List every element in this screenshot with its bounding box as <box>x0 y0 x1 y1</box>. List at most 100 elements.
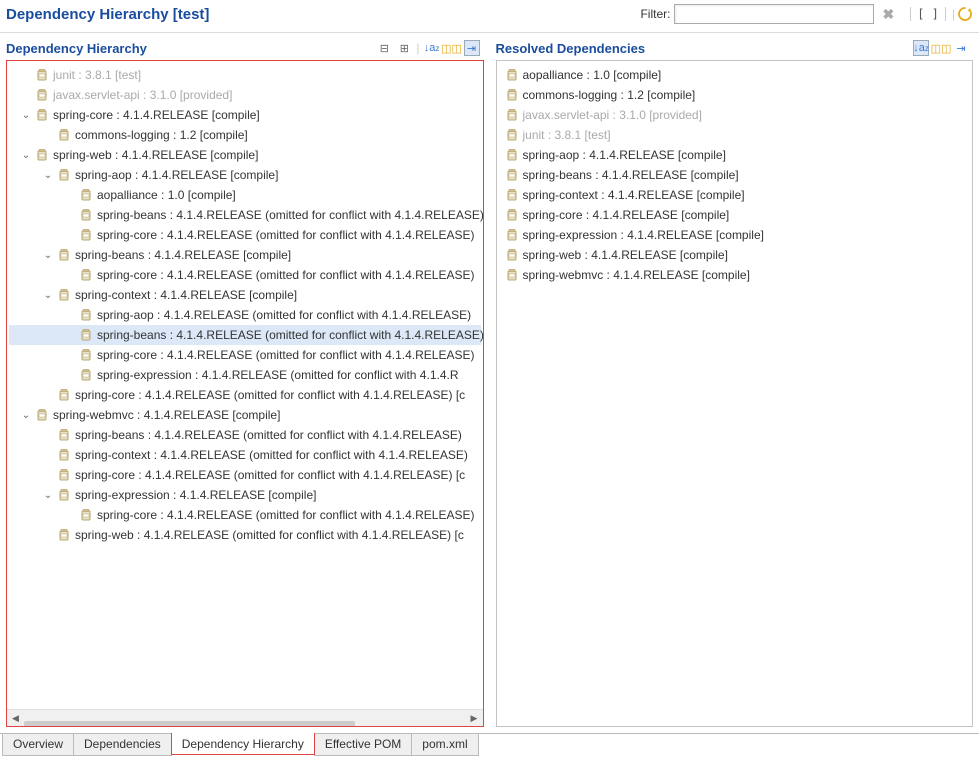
jar-icon <box>79 508 93 522</box>
filter-toolbar-icon[interactable]: ◫◫ <box>444 40 460 56</box>
expander-icon[interactable]: ⌄ <box>41 488 55 502</box>
jar-icon <box>79 348 93 362</box>
tree-row[interactable]: ⌄ spring-beans : 4.1.4.RELEASE [compile] <box>9 245 481 265</box>
tree-row[interactable]: spring-aop : 4.1.4.RELEASE (omitted for … <box>9 305 481 325</box>
filter-label: Filter: <box>640 7 670 21</box>
tree-row[interactable]: ⌄spring-aop : 4.1.4.RELEASE [compile] <box>9 165 481 185</box>
tree-row[interactable]: spring-beans : 4.1.4.RELEASE (omitted fo… <box>9 425 481 445</box>
tree-item-label: spring-context : 4.1.4.RELEASE [compile] <box>75 288 297 302</box>
tab-dependencies[interactable]: Dependencies <box>73 734 172 756</box>
jar-icon <box>79 368 93 382</box>
tree-row[interactable]: spring-beans : 4.1.4.RELEASE (omitted fo… <box>9 205 481 225</box>
expander-icon[interactable] <box>63 188 77 202</box>
jar-icon <box>79 328 93 342</box>
list-item[interactable]: javax.servlet-api : 3.1.0 [provided] <box>499 105 971 125</box>
jar-icon <box>505 108 519 122</box>
tree-row[interactable]: spring-core : 4.1.4.RELEASE (omitted for… <box>9 265 481 285</box>
tree-item-label: spring-beans : 4.1.4.RELEASE [compile] <box>75 248 291 262</box>
tree-item-label: javax.servlet-api : 3.1.0 [provided] <box>53 88 232 102</box>
left-tree-body[interactable]: junit : 3.8.1 [test] javax.servlet-api : … <box>6 60 484 727</box>
expander-icon[interactable]: ⌄ <box>41 168 55 182</box>
tree-row[interactable]: ⌄spring-web : 4.1.4.RELEASE [compile] <box>9 145 481 165</box>
right-list-body[interactable]: aopalliance : 1.0 [compile] commons-loggi… <box>496 60 974 727</box>
tree-row[interactable]: ⌄spring-core : 4.1.4.RELEASE [compile] <box>9 105 481 125</box>
expander-icon[interactable]: ⌄ <box>19 148 33 162</box>
expander-icon[interactable] <box>41 428 55 442</box>
list-item[interactable]: spring-web : 4.1.4.RELEASE [compile] <box>499 245 971 265</box>
list-item[interactable]: spring-webmvc : 4.1.4.RELEASE [compile] <box>499 265 971 285</box>
tree-row[interactable]: ⌄spring-webmvc : 4.1.4.RELEASE [compile] <box>9 405 481 425</box>
expander-icon[interactable] <box>41 448 55 462</box>
tab-dependency-hierarchy[interactable]: Dependency Hierarchy <box>171 733 315 755</box>
filter-toolbar-icon[interactable]: ◫◫ <box>933 40 949 56</box>
expander-icon[interactable] <box>41 128 55 142</box>
jar-icon <box>57 468 71 482</box>
expander-icon[interactable] <box>63 228 77 242</box>
expand-brackets-icon[interactable]: [ ] <box>910 7 946 21</box>
tree-row[interactable]: spring-beans : 4.1.4.RELEASE (omitted fo… <box>9 325 481 345</box>
list-item[interactable]: spring-core : 4.1.4.RELEASE [compile] <box>499 205 971 225</box>
tree-row[interactable]: spring-context : 4.1.4.RELEASE (omitted … <box>9 445 481 465</box>
tree-row[interactable]: javax.servlet-api : 3.1.0 [provided] <box>9 85 481 105</box>
expander-icon[interactable] <box>63 268 77 282</box>
tree-row[interactable]: ⌄spring-expression : 4.1.4.RELEASE [comp… <box>9 485 481 505</box>
scroll-left-icon[interactable]: ◀ <box>7 710 24 727</box>
clear-filter-icon[interactable]: ✖ <box>878 6 898 23</box>
horizontal-scrollbar[interactable]: ◀ ▶ <box>7 709 483 726</box>
link-icon[interactable]: ⇥ <box>953 40 969 56</box>
expander-icon[interactable] <box>41 388 55 402</box>
jar-icon <box>57 488 71 502</box>
expander-icon[interactable]: ⌄ <box>19 108 33 122</box>
filter-input[interactable] <box>674 4 874 24</box>
list-item-label: commons-logging : 1.2 [compile] <box>523 88 696 102</box>
tab-overview[interactable]: Overview <box>2 734 74 756</box>
list-item[interactable]: spring-context : 4.1.4.RELEASE [compile] <box>499 185 971 205</box>
tree-item-label: spring-expression : 4.1.4.RELEASE (omitt… <box>97 368 459 382</box>
expander-icon[interactable] <box>19 88 33 102</box>
list-item[interactable]: spring-aop : 4.1.4.RELEASE [compile] <box>499 145 971 165</box>
tree-row[interactable]: junit : 3.8.1 [test] <box>9 65 481 85</box>
list-item[interactable]: aopalliance : 1.0 [compile] <box>499 65 971 85</box>
expander-icon[interactable] <box>63 348 77 362</box>
tree-row[interactable]: spring-core : 4.1.4.RELEASE (omitted for… <box>9 465 481 485</box>
refresh-icon[interactable] <box>957 6 973 22</box>
scrollbar-thumb[interactable] <box>24 721 355 727</box>
link-icon[interactable]: ⇥ <box>464 40 480 56</box>
expander-icon[interactable] <box>63 508 77 522</box>
tree-row[interactable]: spring-core : 4.1.4.RELEASE (omitted for… <box>9 345 481 365</box>
list-item[interactable]: spring-expression : 4.1.4.RELEASE [compi… <box>499 225 971 245</box>
list-item[interactable]: commons-logging : 1.2 [compile] <box>499 85 971 105</box>
list-item[interactable]: spring-beans : 4.1.4.RELEASE [compile] <box>499 165 971 185</box>
tab-effective-pom[interactable]: Effective POM <box>314 734 412 756</box>
tree-row[interactable]: spring-web : 4.1.4.RELEASE (omitted for … <box>9 525 481 545</box>
expander-icon[interactable] <box>63 308 77 322</box>
sort-icon[interactable]: ↓az <box>424 40 440 56</box>
tree-row[interactable]: spring-expression : 4.1.4.RELEASE (omitt… <box>9 365 481 385</box>
sort-icon[interactable]: ↓az <box>913 40 929 56</box>
expander-icon[interactable] <box>63 368 77 382</box>
expander-icon[interactable] <box>19 68 33 82</box>
tree-row[interactable]: aopalliance : 1.0 [compile] <box>9 185 481 205</box>
jar-icon <box>57 388 71 402</box>
jar-icon <box>79 228 93 242</box>
list-item[interactable]: junit : 3.8.1 [test] <box>499 125 971 145</box>
tree-row[interactable]: ⌄ spring-context : 4.1.4.RELEASE [compile… <box>9 285 481 305</box>
expander-icon[interactable] <box>41 468 55 482</box>
tree-row[interactable]: spring-core : 4.1.4.RELEASE (omitted for… <box>9 385 481 405</box>
tree-item-label: aopalliance : 1.0 [compile] <box>97 188 236 202</box>
tree-row[interactable]: spring-core : 4.1.4.RELEASE (omitted for… <box>9 505 481 525</box>
expander-icon[interactable]: ⌄ <box>41 248 55 262</box>
tree-row[interactable]: spring-core : 4.1.4.RELEASE (omitted for… <box>9 225 481 245</box>
expander-icon[interactable] <box>63 328 77 342</box>
expander-icon[interactable] <box>41 528 55 542</box>
jar-icon <box>79 188 93 202</box>
scroll-right-icon[interactable]: ▶ <box>466 710 483 727</box>
tree-row[interactable]: commons-logging : 1.2 [compile] <box>9 125 481 145</box>
tree-item-label: spring-core : 4.1.4.RELEASE (omitted for… <box>97 348 475 362</box>
expander-icon[interactable]: ⌄ <box>19 408 33 422</box>
collapse-all-icon[interactable]: ⊟ <box>376 40 392 56</box>
tab-pom.xml[interactable]: pom.xml <box>411 734 478 756</box>
expander-icon[interactable]: ⌄ <box>41 288 55 302</box>
expand-all-icon[interactable]: ⊞ <box>396 40 412 56</box>
expander-icon[interactable] <box>63 208 77 222</box>
